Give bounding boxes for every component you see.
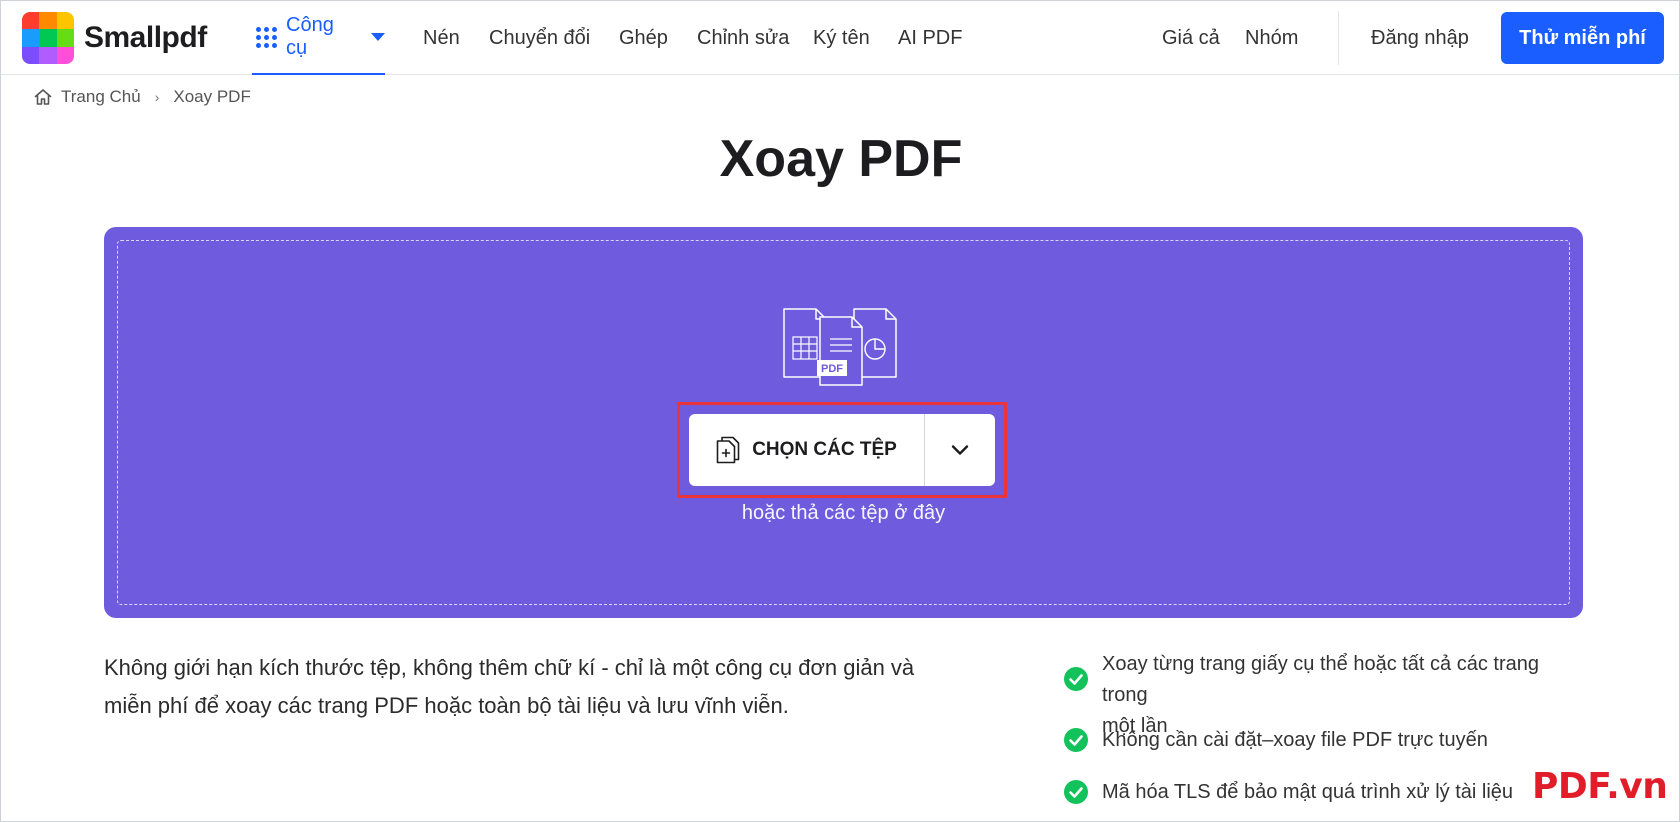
feature-text: Không cần cài đặt–xoay file PDF trực tuy… xyxy=(1102,729,1488,751)
grid-dots-icon xyxy=(256,27,277,48)
description-line: Không giới hạn kích thước tệp, không thê… xyxy=(104,655,915,680)
pdf-badge-label: PDF xyxy=(821,363,843,375)
tools-menu-label: Công cụ xyxy=(286,14,334,59)
nav-link-sign[interactable]: Ký tên xyxy=(813,1,870,75)
logo-mark-icon xyxy=(22,12,74,64)
choose-files-button-group: CHỌN CÁC TỆP xyxy=(689,414,995,486)
chevron-down-icon xyxy=(951,445,969,455)
breadcrumb: Trang Chủ › Xoay PDF xyxy=(33,87,251,107)
breadcrumb-home-link[interactable]: Trang Chủ xyxy=(61,87,141,107)
caret-down-icon xyxy=(371,33,385,41)
pdfvn-watermark: PDF.vn xyxy=(1532,766,1668,807)
logo-wordmark: Smallpdf xyxy=(84,21,207,54)
top-navigation-bar: Smallpdf Công cụ Nén Chuyển đổi Ghép Chỉ… xyxy=(1,1,1679,75)
free-trial-button[interactable]: Thử miễn phí xyxy=(1501,12,1664,64)
tools-menu-button[interactable]: Công cụ xyxy=(252,1,385,75)
header-divider xyxy=(1338,11,1339,65)
choose-files-button[interactable]: CHỌN CÁC TỆP xyxy=(689,414,924,486)
nav-link-team[interactable]: Nhóm xyxy=(1245,1,1298,75)
feature-item: Mã hóa TLS để bảo mật quá trình xử lý tà… xyxy=(1064,777,1584,808)
feature-text: Xoay từng trang giấy cụ thể hoặc tất cả … xyxy=(1102,653,1539,706)
nav-link-convert[interactable]: Chuyển đổi xyxy=(489,1,590,75)
nav-link-compress[interactable]: Nén xyxy=(423,1,460,75)
check-circle-icon xyxy=(1064,780,1088,804)
tool-description: Không giới hạn kích thước tệp, không thê… xyxy=(104,649,924,725)
login-link[interactable]: Đăng nhập xyxy=(1371,1,1469,75)
nav-link-ai-pdf[interactable]: AI PDF xyxy=(898,1,962,75)
check-circle-icon xyxy=(1064,667,1088,691)
choose-files-label: CHỌN CÁC TỆP xyxy=(752,439,897,460)
file-dropzone[interactable]: PDF CHỌN CÁC TỆP hoặc thả các tệp ở đây xyxy=(104,227,1583,618)
chevron-right-icon: › xyxy=(154,89,160,105)
description-line: miễn phí để xoay các trang PDF hoặc toàn… xyxy=(104,693,789,718)
feature-text: Mã hóa TLS để bảo mật quá trình xử lý tà… xyxy=(1102,781,1514,803)
drop-files-hint: hoặc thả các tệp ở đây xyxy=(741,502,946,524)
upload-source-dropdown[interactable] xyxy=(925,414,995,486)
breadcrumb-current: Xoay PDF xyxy=(173,87,251,106)
home-icon xyxy=(34,89,52,105)
nav-link-pricing[interactable]: Giá cả xyxy=(1162,1,1220,75)
page-title: Xoay PDF xyxy=(719,130,963,188)
add-file-icon xyxy=(716,436,740,464)
check-circle-icon xyxy=(1064,728,1088,752)
smallpdf-logo[interactable]: Smallpdf xyxy=(22,12,207,64)
documents-illustration-icon: PDF xyxy=(783,308,897,386)
feature-item: Không cần cài đặt–xoay file PDF trực tuy… xyxy=(1064,725,1584,756)
nav-link-merge[interactable]: Ghép xyxy=(619,1,668,75)
nav-link-edit[interactable]: Chỉnh sửa xyxy=(697,1,789,75)
